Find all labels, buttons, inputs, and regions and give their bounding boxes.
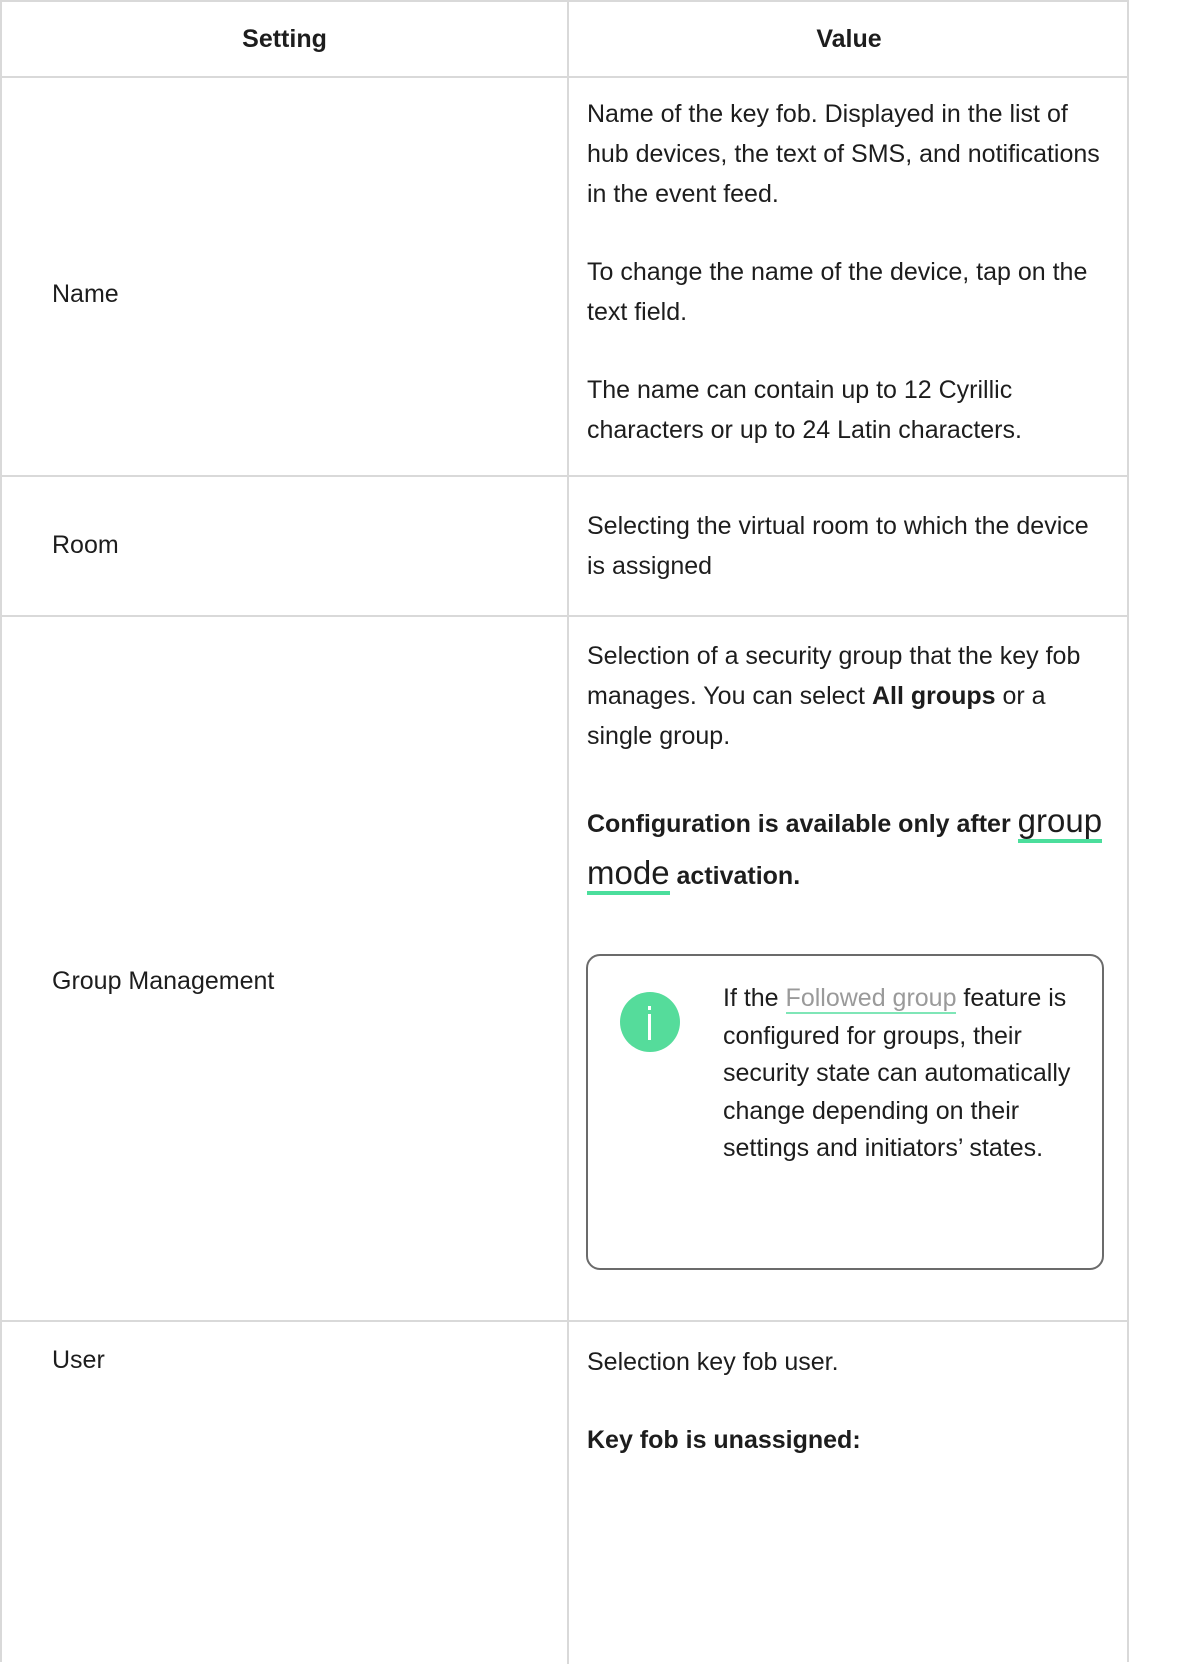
table-row-user: User Selection key fob user. Key fob is … bbox=[2, 1322, 1127, 1664]
name-description: Name of the key fob. Displayed in the li… bbox=[587, 100, 1100, 208]
info-icon bbox=[620, 992, 680, 1052]
room-description: Selecting the virtual room to which the … bbox=[587, 512, 1089, 580]
followed-group-link[interactable]: Followed group bbox=[785, 984, 957, 1014]
group-mode-link-2[interactable]: mode bbox=[587, 854, 670, 895]
value-name-cell: Name of the key fob. Displayed in the li… bbox=[569, 94, 1129, 450]
value-group-cell: Selection of a security group that the k… bbox=[569, 636, 1129, 1316]
header-setting: Setting bbox=[242, 25, 327, 53]
setting-group-label: Group Management bbox=[52, 967, 275, 995]
name-edit-hint: To change the name of the device, tap on… bbox=[587, 258, 1088, 326]
settings-table: Setting Value Name Name of the key fob. … bbox=[0, 0, 1129, 1664]
setting-user-label: User bbox=[52, 1346, 105, 1374]
setting-room-label: Room bbox=[52, 531, 119, 559]
header-value: Value bbox=[816, 25, 882, 53]
info-note-box: If the Followed group feature is configu… bbox=[586, 954, 1104, 1270]
group-description: Selection of a security group that the k… bbox=[587, 636, 1107, 756]
config-notice-text: Configuration is available only after bbox=[587, 810, 1018, 838]
setting-name-label: Name bbox=[52, 280, 119, 308]
config-notice: Configuration is available only after gr… bbox=[587, 798, 1107, 902]
table-row-name: Name Name of the key fob. Displayed in t… bbox=[2, 78, 1127, 477]
table-row-group-management: Group Management Selection of a security… bbox=[2, 617, 1127, 1322]
table-row-room: Room Selecting the virtual room to which… bbox=[2, 477, 1127, 617]
table-header-row: Setting Value bbox=[2, 2, 1127, 78]
value-room-cell: Selecting the virtual room to which the … bbox=[569, 506, 1129, 586]
info-note-text: If the Followed group feature is configu… bbox=[723, 980, 1083, 1168]
note-text-start: If the bbox=[723, 984, 786, 1012]
user-description: Selection key fob user. bbox=[587, 1348, 839, 1376]
all-groups-text: All groups bbox=[871, 682, 996, 710]
unassigned-label: Key fob is unassigned: bbox=[587, 1426, 861, 1454]
config-notice-tail: activation. bbox=[669, 862, 801, 890]
group-mode-link-1[interactable]: group bbox=[1017, 802, 1103, 843]
name-length-hint: The name can contain up to 12 Cyrillic c… bbox=[587, 376, 1022, 444]
value-user-cell: Selection key fob user. Key fob is unass… bbox=[569, 1342, 1129, 1460]
